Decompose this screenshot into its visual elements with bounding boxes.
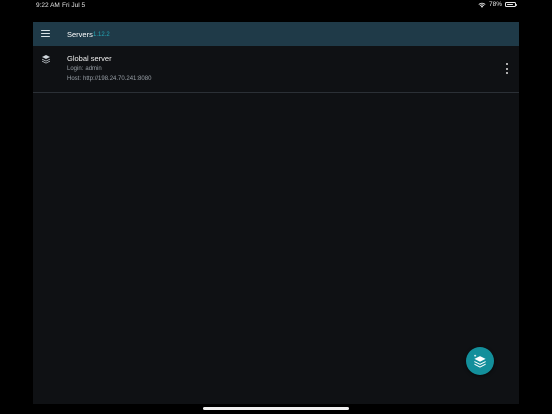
status-right: 78%: [478, 1, 517, 8]
login-value: admin: [85, 66, 102, 72]
app-window: Servers 1.12.2 Global server Login: admin…: [33, 22, 519, 404]
more-dot: [506, 63, 508, 65]
app-bar: Servers 1.12.2: [33, 22, 519, 46]
layers-stack-icon: [42, 55, 50, 64]
server-list-item[interactable]: Global server Login: admin Host: http://19…: [33, 46, 519, 93]
hamburger-menu-icon[interactable]: [41, 30, 50, 37]
more-dot: [506, 72, 508, 74]
battery-percent: 78%: [488, 1, 502, 8]
server-name: Global server: [67, 54, 112, 63]
add-server-button[interactable]: [466, 347, 494, 375]
wifi-icon: [478, 2, 486, 8]
menu-line: [41, 36, 50, 37]
status-time: 9:22 AM: [36, 2, 60, 9]
battery-fill: [506, 3, 513, 6]
status-date: Fri Jul 5: [62, 2, 86, 9]
home-indicator[interactable]: [203, 407, 349, 410]
more-dot: [506, 67, 508, 70]
login-label: Login:: [67, 66, 84, 72]
server-host: Host: http://198.24.70.241:8080: [67, 76, 151, 82]
version-label: 1.12.2: [93, 31, 110, 38]
battery-icon: [505, 2, 517, 7]
more-vertical-icon[interactable]: [505, 63, 509, 74]
menu-line: [41, 33, 50, 34]
host-label: Host:: [67, 75, 82, 82]
menu-line: [41, 30, 50, 31]
page-title: Servers: [67, 30, 93, 39]
host-value: http://198.24.70.241:8080: [83, 75, 152, 82]
add-server-stack-icon: [474, 354, 486, 368]
screen: 9:22 AM Fri Jul 5 78% Servers 1.12.2 Glo…: [0, 0, 552, 414]
battery-cap: [516, 4, 517, 7]
server-login: Login: admin: [67, 66, 102, 72]
status-bar: 9:22 AM Fri Jul 5 78%: [0, 0, 552, 12]
